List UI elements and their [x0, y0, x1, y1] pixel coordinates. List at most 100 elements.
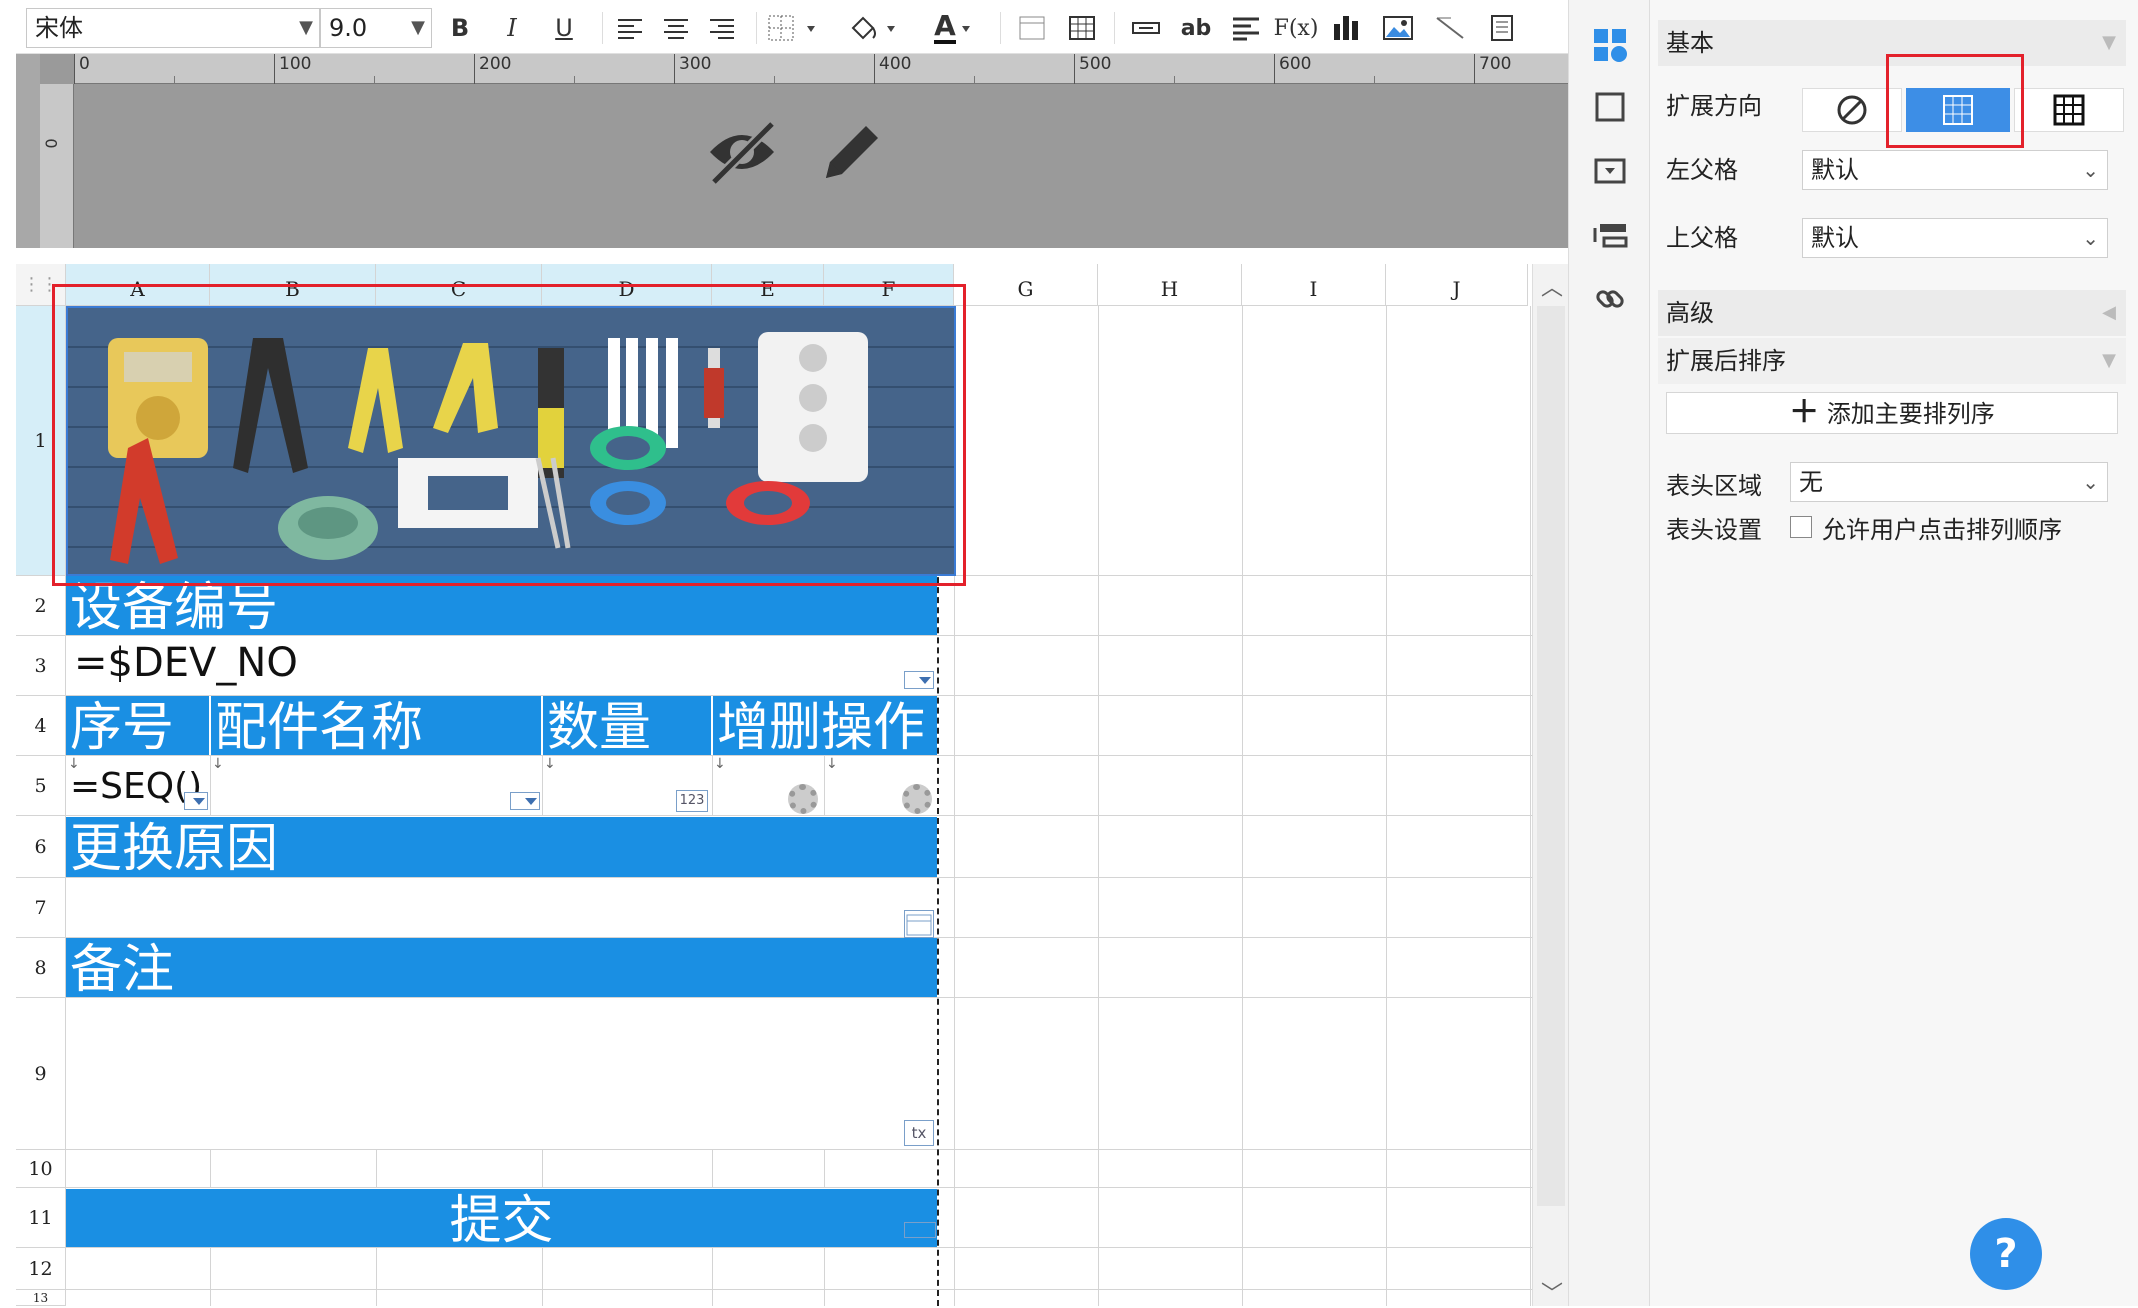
- chart-icon[interactable]: [1326, 8, 1366, 48]
- expand-down-icon: ↓: [212, 756, 224, 772]
- column-header-b[interactable]: B: [210, 264, 376, 306]
- qty-header[interactable]: 数量: [543, 696, 711, 755]
- toolbar: 宋体 ▼ 9.0 ▼ B I U A ab F(x): [16, 0, 1568, 54]
- cell-style-icon[interactable]: [1587, 84, 1633, 130]
- row-header-12[interactable]: 12: [16, 1248, 66, 1290]
- ops-header[interactable]: 增删操作: [713, 696, 937, 755]
- scrollbar-thumb[interactable]: [1537, 306, 1565, 1206]
- slash-icon[interactable]: [1430, 8, 1470, 48]
- section-post-sort[interactable]: 扩展后排序 ▼: [1658, 338, 2126, 384]
- expand-horizontal-button[interactable]: [2014, 88, 2124, 132]
- top-parent-select[interactable]: 默认 ⌄: [1802, 218, 2108, 258]
- gear-icon[interactable]: [902, 784, 932, 814]
- row-header-13[interactable]: 13: [16, 1290, 66, 1306]
- expand-vertical-button[interactable]: [1906, 88, 2010, 132]
- date-widget-indicator[interactable]: [904, 910, 934, 938]
- button-widget-indicator[interactable]: [904, 1222, 936, 1238]
- section-advanced[interactable]: 高级 ◀: [1658, 290, 2126, 336]
- sub-report-icon[interactable]: [1482, 8, 1522, 48]
- seq-header[interactable]: 序号: [66, 696, 209, 755]
- fill-color-icon[interactable]: [842, 8, 912, 48]
- side-tab-rail: [1568, 0, 1650, 1306]
- chevron-down-icon[interactable]: ﹀: [1541, 1276, 1563, 1308]
- add-sort-button[interactable]: ＋ 添加主要排列序: [1666, 392, 2118, 434]
- gear-icon[interactable]: [788, 784, 818, 814]
- condition-icon[interactable]: [1587, 212, 1633, 258]
- column-header-c[interactable]: C: [376, 264, 542, 306]
- row-header-3[interactable]: 3: [16, 636, 66, 696]
- expand-down-icon: ↓: [544, 756, 556, 772]
- row-header-5[interactable]: 5: [16, 756, 66, 816]
- vertical-scrollbar[interactable]: ︿ ﹀: [1532, 264, 1568, 1308]
- ruler-tick: 400: [874, 54, 911, 84]
- column-header-f[interactable]: F: [824, 264, 954, 306]
- column-header-h[interactable]: H: [1098, 264, 1242, 306]
- column-header-d[interactable]: D: [542, 264, 712, 306]
- table-icon[interactable]: [1062, 8, 1102, 48]
- align-center-icon[interactable]: [656, 8, 696, 48]
- vertical-ruler-label: 0: [41, 138, 61, 149]
- tools-image[interactable]: [66, 306, 956, 576]
- help-button[interactable]: ?: [1970, 1218, 2042, 1290]
- dropdown-widget-indicator[interactable]: [184, 792, 208, 810]
- border-icon[interactable]: [762, 8, 832, 48]
- property-panel: 基本 ▼ 扩展方向 左父格 默认 ⌄ 上父格 默认 ⌄ 高级 ◀ 扩展后排序 ▼…: [1650, 0, 2138, 1306]
- underline-button[interactable]: U: [544, 8, 584, 48]
- cell-attr-icon[interactable]: [1587, 22, 1633, 68]
- hyperlink-icon[interactable]: [1587, 276, 1633, 322]
- ruler-tick: 700: [1474, 54, 1511, 84]
- submit-button-cell[interactable]: 提交: [66, 1189, 937, 1247]
- italic-button[interactable]: I: [492, 8, 532, 48]
- row-header-7[interactable]: 7: [16, 878, 66, 938]
- align-left-icon[interactable]: [610, 8, 650, 48]
- expand-none-button[interactable]: [1802, 88, 1902, 132]
- font-color-button[interactable]: A: [920, 8, 990, 48]
- indent-icon[interactable]: [1226, 8, 1266, 48]
- part-name-header[interactable]: 配件名称: [211, 696, 541, 755]
- remark-header[interactable]: 备注: [66, 938, 937, 997]
- image-icon[interactable]: [1378, 8, 1418, 48]
- number-widget-indicator[interactable]: 123: [676, 790, 708, 812]
- hide-header-icon[interactable]: [702, 112, 782, 192]
- font-family-select[interactable]: 宋体 ▼: [26, 8, 320, 48]
- edit-header-icon[interactable]: [812, 112, 892, 192]
- allow-sort-checkbox[interactable]: [1790, 516, 1812, 538]
- bold-button[interactable]: B: [440, 8, 480, 48]
- row-header-8[interactable]: 8: [16, 938, 66, 998]
- textarea-widget-indicator[interactable]: tx: [904, 1120, 934, 1146]
- section-basic-title: 基本: [1666, 29, 1714, 57]
- seq-formula-cell[interactable]: =SEQ(): [70, 766, 202, 807]
- top-parent-value: 默认: [1811, 224, 1859, 252]
- row-header-11[interactable]: 11: [16, 1188, 66, 1248]
- column-header-g[interactable]: G: [954, 264, 1098, 306]
- device-no-formula-cell[interactable]: =$DEV_NO: [74, 640, 298, 686]
- row-header-9[interactable]: 9: [16, 998, 66, 1150]
- device-no-header[interactable]: 设备编号: [66, 576, 937, 635]
- merge-icon[interactable]: [1012, 8, 1052, 48]
- column-header-a[interactable]: A: [66, 264, 210, 306]
- reason-header[interactable]: 更换原因: [66, 817, 937, 877]
- textbox-icon[interactable]: [1126, 8, 1166, 48]
- font-size-select[interactable]: 9.0 ▼: [320, 8, 432, 48]
- ruler-tick: 0: [74, 54, 90, 84]
- dropdown-widget-indicator[interactable]: [904, 671, 934, 689]
- row-header-6[interactable]: 6: [16, 816, 66, 878]
- row-header-1[interactable]: 1: [16, 306, 66, 576]
- section-basic[interactable]: 基本 ▼: [1658, 20, 2126, 66]
- vertical-ruler: 0: [40, 84, 74, 248]
- dropdown-widget-indicator[interactable]: [510, 792, 540, 810]
- formula-button[interactable]: F(x): [1274, 8, 1319, 48]
- column-header-e[interactable]: E: [712, 264, 824, 306]
- chevron-up-icon[interactable]: ︿: [1541, 270, 1563, 302]
- row-header-10[interactable]: 10: [16, 1150, 66, 1188]
- column-header-j[interactable]: J: [1386, 264, 1528, 306]
- row-header-2[interactable]: 2: [16, 576, 66, 636]
- align-right-icon[interactable]: [702, 8, 742, 48]
- row-header-4[interactable]: 4: [16, 696, 66, 756]
- header-area-select[interactable]: 无 ⌄: [1790, 462, 2108, 502]
- left-parent-select[interactable]: 默认 ⌄: [1802, 150, 2108, 190]
- column-header-i[interactable]: I: [1242, 264, 1386, 306]
- empty-grid-area[interactable]: [954, 306, 1532, 1306]
- wrap-text-button[interactable]: ab: [1176, 8, 1216, 48]
- widget-icon[interactable]: [1587, 148, 1633, 194]
